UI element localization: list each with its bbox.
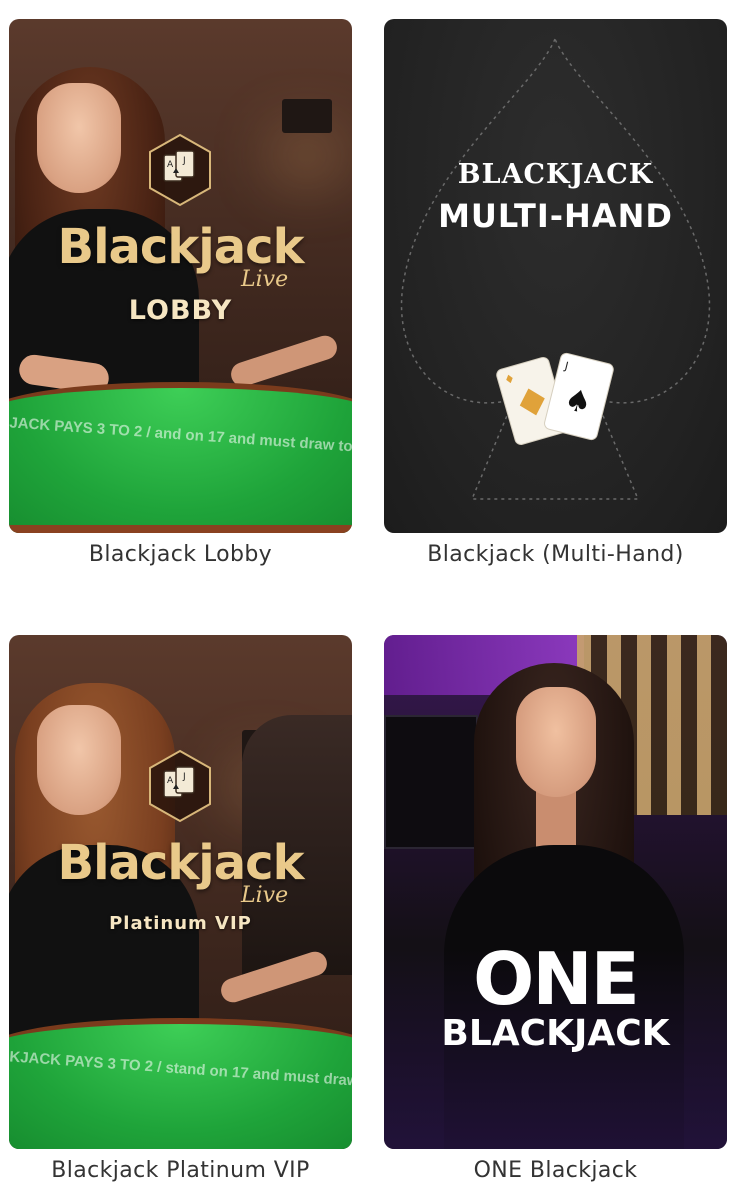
game-thumbnail[interactable]: KJACK PAYS 3 TO 2 / stand on 17 and must… [9,635,352,1149]
game-tile-one-blackjack[interactable]: ONE BLACKJACK ONE Blackjack [384,635,727,1183]
logo-line2: BLACKJACK [441,1013,670,1054]
game-title[interactable]: Blackjack Platinum VIP [9,1158,352,1183]
game-tile-blackjack-platinum-vip[interactable]: KJACK PAYS 3 TO 2 / stand on 17 and must… [9,635,352,1183]
cards-badge-icon: A J [149,749,211,823]
game-title[interactable]: Blackjack (Multi-Hand) [384,542,727,567]
svg-text:J: J [182,772,186,782]
logo-line2: MULTI-HAND [438,197,673,235]
game-title[interactable]: Blackjack Lobby [9,542,352,567]
game-tile-blackjack-multi-hand[interactable]: BLACKJACK MULTI-HAND ♦ J ♠ Blackjack (Mu… [384,19,727,567]
logo-line1: ONE [473,937,640,1021]
playing-cards-icon: ♦ J ♠ [496,352,614,445]
felt-text: JACK PAYS 3 TO 2 / and on 17 and must dr… [9,414,352,467]
game-thumbnail[interactable]: JACK PAYS 3 TO 2 / and on 17 and must dr… [9,19,352,533]
logo-title: Blackjack [57,835,304,891]
logo-tag: Live [241,883,289,908]
table-felt: KJACK PAYS 3 TO 2 / stand on 17 and must… [9,1018,352,1149]
svg-text:A: A [167,160,174,170]
table-felt: JACK PAYS 3 TO 2 / and on 17 and must dr… [9,382,352,533]
game-title[interactable]: ONE Blackjack [384,1158,727,1183]
svg-text:J: J [182,156,186,166]
cards-badge-icon: A J [149,133,211,207]
wall-lamp [282,99,332,133]
logo-line1: BLACKJACK [457,159,654,190]
game-thumbnail[interactable]: BLACKJACK MULTI-HAND ♦ J ♠ [384,19,727,533]
logo-subtitle: Platinum VIP [109,913,252,934]
logo-title: Blackjack [57,219,304,275]
logo-subtitle: LOBBY [128,295,233,326]
spade-outline-icon [400,37,711,500]
svg-text:A: A [167,776,174,786]
logo-tag: Live [241,267,289,292]
game-thumbnail[interactable]: ONE BLACKJACK [384,635,727,1149]
game-tile-blackjack-lobby[interactable]: JACK PAYS 3 TO 2 / and on 17 and must dr… [9,19,352,567]
felt-text: KJACK PAYS 3 TO 2 / stand on 17 and must… [9,1048,352,1104]
